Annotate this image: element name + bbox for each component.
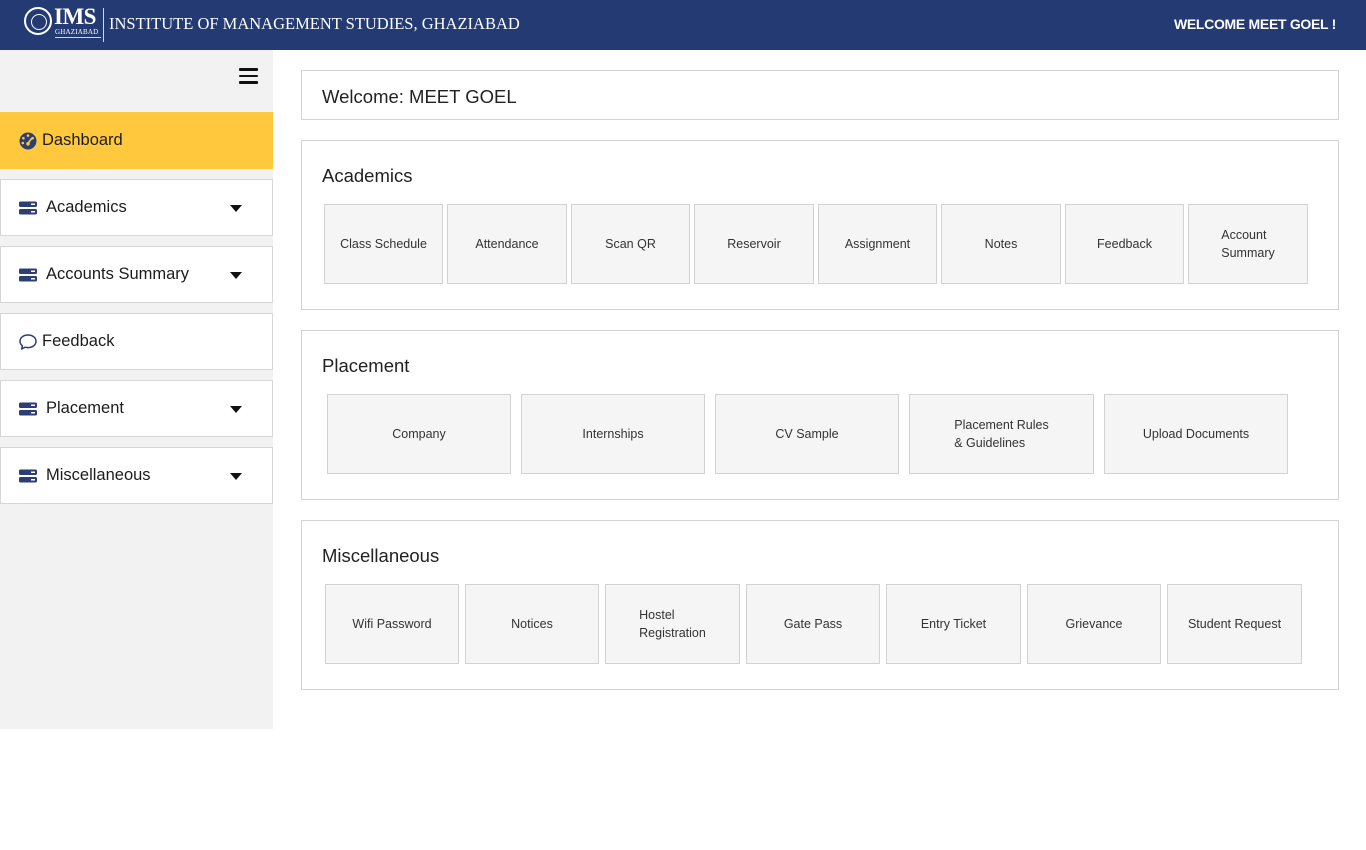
sidebar-item-label: Placement	[46, 399, 124, 417]
sidebar-item-dashboard[interactable]: Dashboard	[0, 112, 273, 169]
logo-text: IMS	[54, 4, 96, 29]
sidebar-item-label: Dashboard	[42, 131, 123, 149]
tile-notices[interactable]: Notices	[465, 584, 599, 664]
sidebar-item-label: Accounts Summary	[46, 265, 190, 283]
chevron-down-icon[interactable]	[230, 205, 242, 212]
miscellaneous-section: Miscellaneous Wifi Password Notices Host…	[301, 520, 1339, 690]
sidebar-item-feedback[interactable]: Feedback	[0, 313, 273, 370]
section-title: Academics	[322, 165, 413, 186]
top-bar: IMS GHAZIABAD INSTITUTE OF MANAGEMENT ST…	[0, 0, 1366, 50]
section-title: Placement	[322, 355, 410, 376]
server-stack-icon	[19, 268, 37, 282]
sidebar-item-placement[interactable]: Placement	[0, 380, 273, 437]
tile-placement-rules[interactable]: Placement Rules & Guidelines	[909, 394, 1094, 474]
sidebar-item-label: Miscellaneous	[46, 466, 151, 484]
tile-upload-documents[interactable]: Upload Documents	[1104, 394, 1288, 474]
server-stack-icon	[19, 201, 37, 215]
chat-bubble-icon	[19, 334, 37, 350]
tile-internships[interactable]: Internships	[521, 394, 705, 474]
sidebar-item-accounts-summary[interactable]: Accounts Summary	[0, 246, 273, 303]
tile-assignment[interactable]: Assignment	[818, 204, 937, 284]
tile-grievance[interactable]: Grievance	[1027, 584, 1161, 664]
sidebar-item-miscellaneous[interactable]: Miscellaneous	[0, 447, 273, 504]
welcome-message: Welcome: MEET GOEL	[322, 86, 517, 107]
tile-hostel-registration[interactable]: Hostel Registration	[605, 584, 740, 664]
tile-class-schedule[interactable]: Class Schedule	[324, 204, 443, 284]
tile-account-summary[interactable]: Account Summary	[1188, 204, 1308, 284]
chevron-down-icon[interactable]	[230, 473, 242, 480]
tile-entry-ticket[interactable]: Entry Ticket	[886, 584, 1021, 664]
tile-notes[interactable]: Notes	[941, 204, 1061, 284]
institute-name: INSTITUTE OF MANAGEMENT STUDIES, GHAZIAB…	[109, 14, 520, 33]
welcome-user-text: WELCOME MEET GOEL !	[1173, 16, 1336, 32]
header-divider	[103, 8, 104, 42]
chevron-down-icon[interactable]	[230, 272, 242, 279]
dashboard-gauge-icon	[19, 132, 37, 150]
sidebar-item-label: Feedback	[42, 332, 115, 350]
ims-logo[interactable]: IMS GHAZIABAD	[24, 4, 104, 42]
server-stack-icon	[19, 402, 37, 416]
institute-seal-icon	[24, 7, 52, 35]
logo-subtext: GHAZIABAD	[55, 28, 99, 36]
tile-student-request[interactable]: Student Request	[1167, 584, 1302, 664]
placement-section: Placement Company Internships CV Sample …	[301, 330, 1339, 500]
tile-company[interactable]: Company	[327, 394, 511, 474]
welcome-card: Welcome: MEET GOEL	[301, 70, 1339, 120]
server-stack-icon	[19, 469, 37, 483]
chevron-down-icon[interactable]	[230, 406, 242, 413]
tile-feedback[interactable]: Feedback	[1065, 204, 1184, 284]
tile-gate-pass[interactable]: Gate Pass	[746, 584, 880, 664]
academics-section: Academics Class Schedule Attendance Scan…	[301, 140, 1339, 310]
sidebar-item-academics[interactable]: Academics	[0, 179, 273, 236]
tile-attendance[interactable]: Attendance	[447, 204, 567, 284]
tile-scan-qr[interactable]: Scan QR	[571, 204, 690, 284]
hamburger-icon[interactable]	[239, 68, 258, 84]
section-title: Miscellaneous	[322, 545, 440, 566]
tile-cv-sample[interactable]: CV Sample	[715, 394, 899, 474]
tile-reservoir[interactable]: Reservoir	[694, 204, 814, 284]
tile-wifi-password[interactable]: Wifi Password	[325, 584, 459, 664]
sidebar: Dashboard Academics Accounts Summary Fee…	[0, 50, 273, 729]
sidebar-item-label: Academics	[46, 198, 127, 216]
logo-divider	[55, 37, 101, 38]
